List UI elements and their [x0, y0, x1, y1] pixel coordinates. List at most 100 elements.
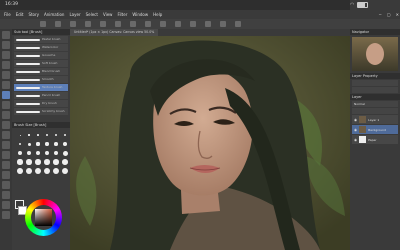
size-dot[interactable]	[35, 141, 41, 147]
blend-mode-select[interactable]: Normal	[352, 101, 398, 107]
minimize-icon[interactable]: −	[379, 12, 382, 17]
ruler-icon[interactable]	[235, 21, 241, 27]
size-dot[interactable]	[62, 132, 68, 138]
brush-tool-icon[interactable]	[2, 91, 10, 99]
menu-filter[interactable]: Filter	[117, 12, 127, 17]
size-dot[interactable]	[44, 141, 50, 147]
new-icon[interactable]	[40, 21, 46, 27]
brush-item[interactable]: Dry brush	[14, 100, 68, 107]
size-dot[interactable]	[17, 168, 23, 174]
brush-item[interactable]: Gouache	[14, 52, 68, 59]
grid-icon[interactable]	[220, 21, 226, 27]
saturation-value-square[interactable]	[35, 209, 52, 226]
menu-help[interactable]: Help	[153, 12, 162, 17]
size-dot[interactable]	[44, 150, 50, 156]
layer-row[interactable]: ◉ Paper	[352, 135, 398, 144]
layer-row-selected[interactable]: ◉ Background	[352, 125, 398, 134]
zoom-tool-icon[interactable]	[2, 31, 10, 39]
brush-item-selected[interactable]: Texture brush	[14, 84, 68, 91]
size-dot[interactable]	[53, 132, 59, 138]
size-dot[interactable]	[26, 150, 32, 156]
frame-tool-icon[interactable]	[2, 171, 10, 179]
transform-icon[interactable]	[145, 21, 151, 27]
menu-select[interactable]: Select	[86, 12, 98, 17]
eyedropper-tool-icon[interactable]	[2, 61, 10, 69]
fill-icon[interactable]	[130, 21, 136, 27]
size-dot[interactable]	[17, 132, 23, 138]
eye-icon[interactable]: ◉	[354, 128, 357, 132]
ruler-tool-icon[interactable]	[2, 181, 10, 189]
layer-opacity-row[interactable]	[352, 108, 398, 114]
delete-icon[interactable]	[115, 21, 121, 27]
navigator-thumbnail[interactable]	[352, 37, 398, 71]
deselect-icon[interactable]	[160, 21, 166, 27]
menu-window[interactable]: Window	[132, 12, 148, 17]
size-dot[interactable]	[17, 159, 23, 165]
canvas[interactable]	[70, 36, 350, 250]
invert-icon[interactable]	[190, 21, 196, 27]
size-dot[interactable]	[53, 141, 59, 147]
brush-label: Pencil brush	[42, 93, 61, 97]
select-tool-icon[interactable]	[2, 51, 10, 59]
maximize-icon[interactable]: ▢	[387, 12, 391, 17]
size-dot[interactable]	[62, 141, 68, 147]
correct-line-tool-icon[interactable]	[2, 211, 10, 219]
size-dot[interactable]	[62, 159, 68, 165]
size-dot[interactable]	[26, 168, 32, 174]
size-dot[interactable]	[26, 132, 32, 138]
size-dot[interactable]	[35, 150, 41, 156]
brush-item[interactable]: Watercolor	[14, 44, 68, 51]
size-dot[interactable]	[44, 168, 50, 174]
figure-tool-icon[interactable]	[2, 161, 10, 169]
text-tool-icon[interactable]	[2, 191, 10, 199]
brush-item[interactable]: Smooth watercolor	[14, 76, 68, 88]
brush-item[interactable]: Pencil brush	[14, 92, 68, 99]
brush-item[interactable]: Pastel brush	[14, 36, 68, 43]
brush-item[interactable]: Blend brush	[14, 68, 68, 75]
size-dot[interactable]	[17, 141, 23, 147]
document-tab[interactable]: Untitled* (1px × 1px) Canvas: Canvas vie…	[70, 29, 159, 36]
redo-icon[interactable]	[100, 21, 106, 27]
pencil-tool-icon[interactable]	[2, 81, 10, 89]
fill-tool-icon[interactable]	[2, 141, 10, 149]
move-tool-icon[interactable]	[2, 41, 10, 49]
eye-icon[interactable]: ◉	[354, 118, 357, 122]
airbrush-tool-icon[interactable]	[2, 101, 10, 109]
layer-row[interactable]: ◉ Layer 1	[352, 115, 398, 124]
menu-layer[interactable]: Layer	[69, 12, 80, 17]
menu-file[interactable]: File	[4, 12, 11, 17]
color-wheel[interactable]	[25, 199, 62, 236]
menu-animation[interactable]: Animation	[44, 12, 64, 17]
menu-story[interactable]: Story	[28, 12, 39, 17]
balloon-tool-icon[interactable]	[2, 201, 10, 209]
size-dot[interactable]	[44, 159, 50, 165]
decoration-tool-icon[interactable]	[2, 111, 10, 119]
brush-item[interactable]: Soft brush	[14, 60, 68, 67]
size-dot[interactable]	[17, 150, 23, 156]
menu-edit[interactable]: Edit	[16, 12, 24, 17]
close-icon[interactable]: ✕	[396, 12, 399, 17]
save-icon[interactable]	[70, 21, 76, 27]
brush-item[interactable]: Scratchy brush	[14, 108, 68, 115]
size-dot[interactable]	[26, 141, 32, 147]
eye-icon[interactable]: ◉	[354, 138, 357, 142]
size-dot[interactable]	[26, 159, 32, 165]
size-dot[interactable]	[35, 132, 41, 138]
open-icon[interactable]	[55, 21, 61, 27]
blend-tool-icon[interactable]	[2, 131, 10, 139]
size-dot[interactable]	[62, 168, 68, 174]
size-dot[interactable]	[44, 132, 50, 138]
size-dot[interactable]	[35, 168, 41, 174]
size-dot[interactable]	[35, 159, 41, 165]
size-dot[interactable]	[53, 168, 59, 174]
size-dot[interactable]	[53, 150, 59, 156]
undo-icon[interactable]	[85, 21, 91, 27]
size-dot[interactable]	[62, 150, 68, 156]
crop-icon[interactable]	[175, 21, 181, 27]
gradient-tool-icon[interactable]	[2, 151, 10, 159]
eraser-tool-icon[interactable]	[2, 121, 10, 129]
size-dot[interactable]	[53, 159, 59, 165]
settings-icon[interactable]	[205, 21, 211, 27]
menu-view[interactable]: View	[103, 12, 113, 17]
pen-tool-icon[interactable]	[2, 71, 10, 79]
